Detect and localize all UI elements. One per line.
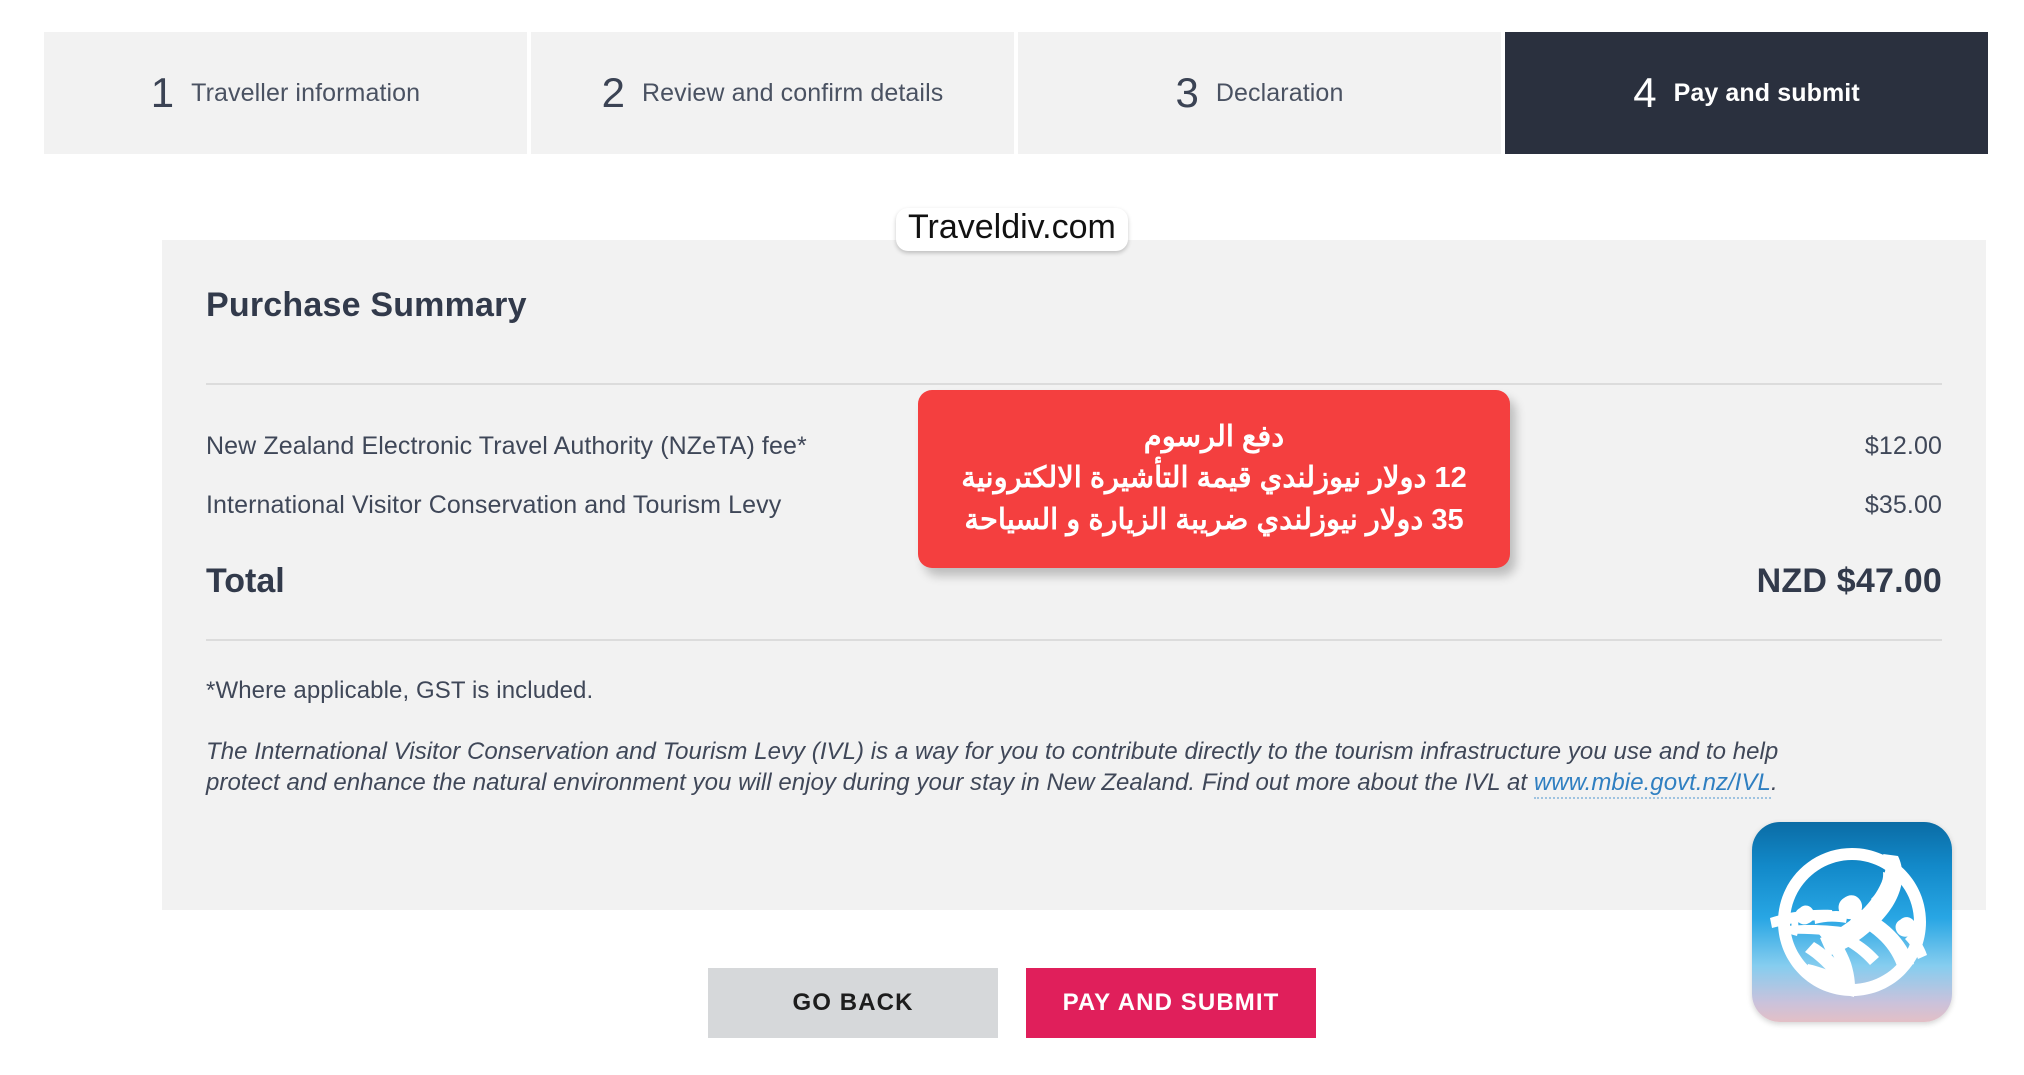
step-1-traveller-information[interactable]: 1 Traveller information	[44, 32, 527, 154]
total-row: Total NZD $47.00	[206, 562, 1942, 639]
form-actions: GO BACK PAY AND SUBMIT	[0, 968, 2024, 1038]
site-watermark: Traveldiv.com	[896, 208, 1128, 251]
step-number: 3	[1175, 69, 1199, 116]
pay-and-submit-button[interactable]: PAY AND SUBMIT	[1026, 968, 1316, 1038]
callout-line-nzeta-fee: 12 دولار نيوزلندي قيمة التأشيرة الالكترو…	[961, 462, 1467, 495]
fee-label: New Zealand Electronic Travel Authority …	[206, 432, 807, 460]
airplane-circle-app-icon[interactable]	[1752, 822, 1952, 1022]
callout-line-ivl-fee: 35 دولار نيوزلندي ضريبة الزيارة و السياح…	[964, 503, 1464, 536]
step-label: Review and confirm details	[642, 78, 944, 107]
fee-amount: $35.00	[1864, 491, 1942, 519]
page-title: Purchase Summary	[206, 286, 527, 324]
step-3-declaration[interactable]: 3 Declaration	[1018, 32, 1501, 154]
callout-line-title: دفع الرسوم	[1143, 421, 1285, 454]
step-2-review-and-confirm-details[interactable]: 2 Review and confirm details	[531, 32, 1014, 154]
step-4-pay-and-submit[interactable]: 4 Pay and submit	[1505, 32, 1988, 154]
step-number: 4	[1633, 69, 1656, 116]
ivl-link[interactable]: www.mbie.govt.nz/IVL	[1533, 768, 1771, 799]
step-number: 1	[150, 69, 174, 116]
ivl-description-suffix: .	[1770, 768, 1778, 796]
fee-amount: $12.00	[1864, 432, 1942, 460]
arabic-annotation-callout: دفع الرسوم 12 دولار نيوزلندي قيمة التأشي…	[918, 390, 1510, 568]
step-label: Traveller information	[191, 78, 421, 107]
purchase-summary-card: Purchase Summary New Zealand Electronic …	[162, 240, 1986, 910]
total-amount: NZD $47.00	[1756, 562, 1942, 600]
step-label: Pay and submit	[1673, 78, 1860, 107]
ivl-description: The International Visitor Conservation a…	[206, 705, 1826, 799]
go-back-button[interactable]: GO BACK	[708, 968, 998, 1038]
step-number: 2	[601, 69, 625, 116]
progress-stepper: 1 Traveller information 2 Review and con…	[44, 32, 1988, 154]
step-label: Declaration	[1215, 78, 1344, 107]
fee-label: International Visitor Conservation and T…	[206, 491, 782, 519]
gst-note: *Where applicable, GST is included.	[206, 677, 594, 704]
total-label: Total	[206, 562, 285, 600]
